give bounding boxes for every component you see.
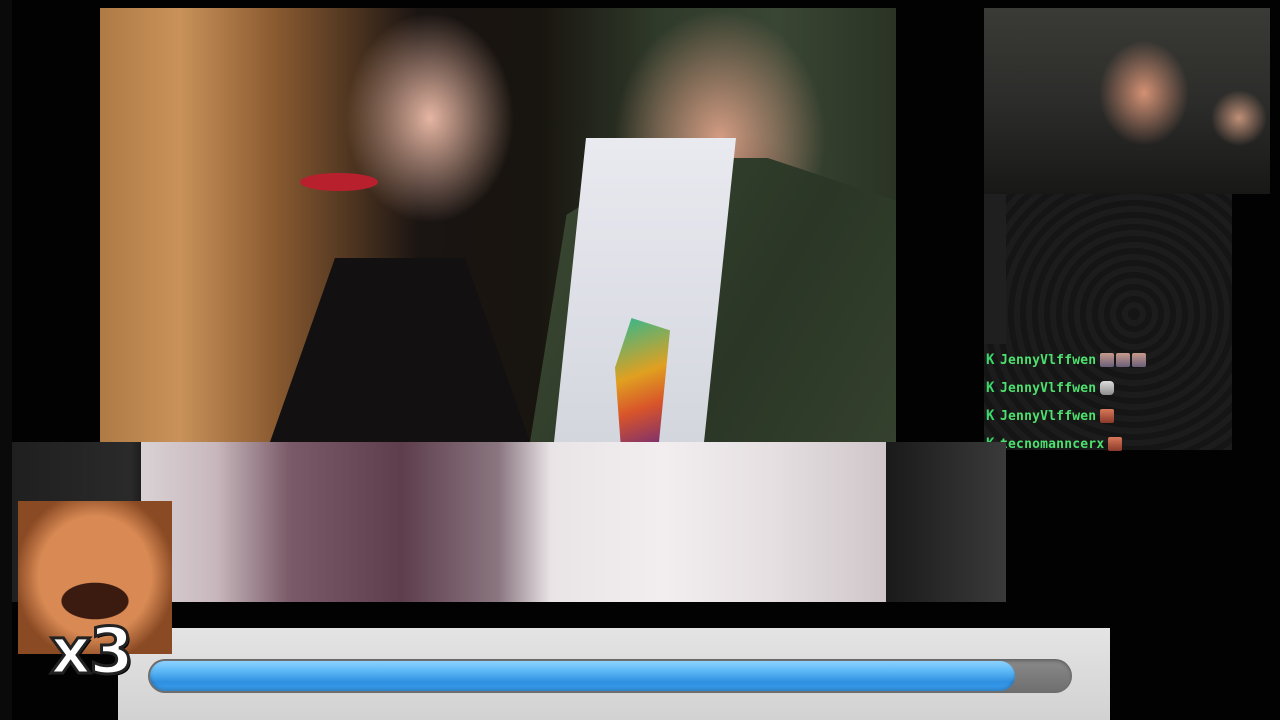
chat-scrollbar[interactable] <box>984 194 1006 344</box>
kick-badge-icon: K <box>986 408 995 424</box>
cat-emote-icon <box>1100 381 1115 395</box>
face-emote-icon <box>1132 353 1147 367</box>
kick-badge-icon: K <box>986 380 995 396</box>
photo-lips <box>300 173 378 191</box>
chat-message: K tecnomanncerx <box>986 430 1246 458</box>
face-emote-icon <box>1116 353 1131 367</box>
meme-multiplier-label: x3 <box>49 615 136 689</box>
photo-dress <box>270 258 530 442</box>
mad-emote-icon <box>1108 437 1123 451</box>
stream-canvas: K JennyVlffwen K JennyVlffwen K JennyVlf… <box>0 0 1280 720</box>
progress-fill <box>150 661 1015 691</box>
chat-message: K JennyVlffwen <box>986 346 1246 374</box>
chat-message: K JennyVlffwen <box>986 374 1246 402</box>
kick-badge-icon: K <box>986 352 995 368</box>
chat-list: K JennyVlffwen K JennyVlffwen K JennyVlf… <box>986 346 1246 458</box>
chat-username[interactable]: JennyVlffwen <box>1000 381 1096 396</box>
chat-username[interactable]: JennyVlffwen <box>1000 409 1096 424</box>
video-clip <box>141 442 886 602</box>
main-photo <box>100 8 896 442</box>
chat-username[interactable]: tecnomanncerx <box>1000 437 1104 452</box>
left-border <box>0 0 12 720</box>
webcam-feed <box>984 8 1270 194</box>
mad-emote-icon <box>1100 409 1115 423</box>
chat-username[interactable]: JennyVlffwen <box>1000 353 1096 368</box>
progress-bar <box>148 659 1072 693</box>
chat-message: K JennyVlffwen <box>986 402 1246 430</box>
face-emote-icon <box>1100 353 1115 367</box>
